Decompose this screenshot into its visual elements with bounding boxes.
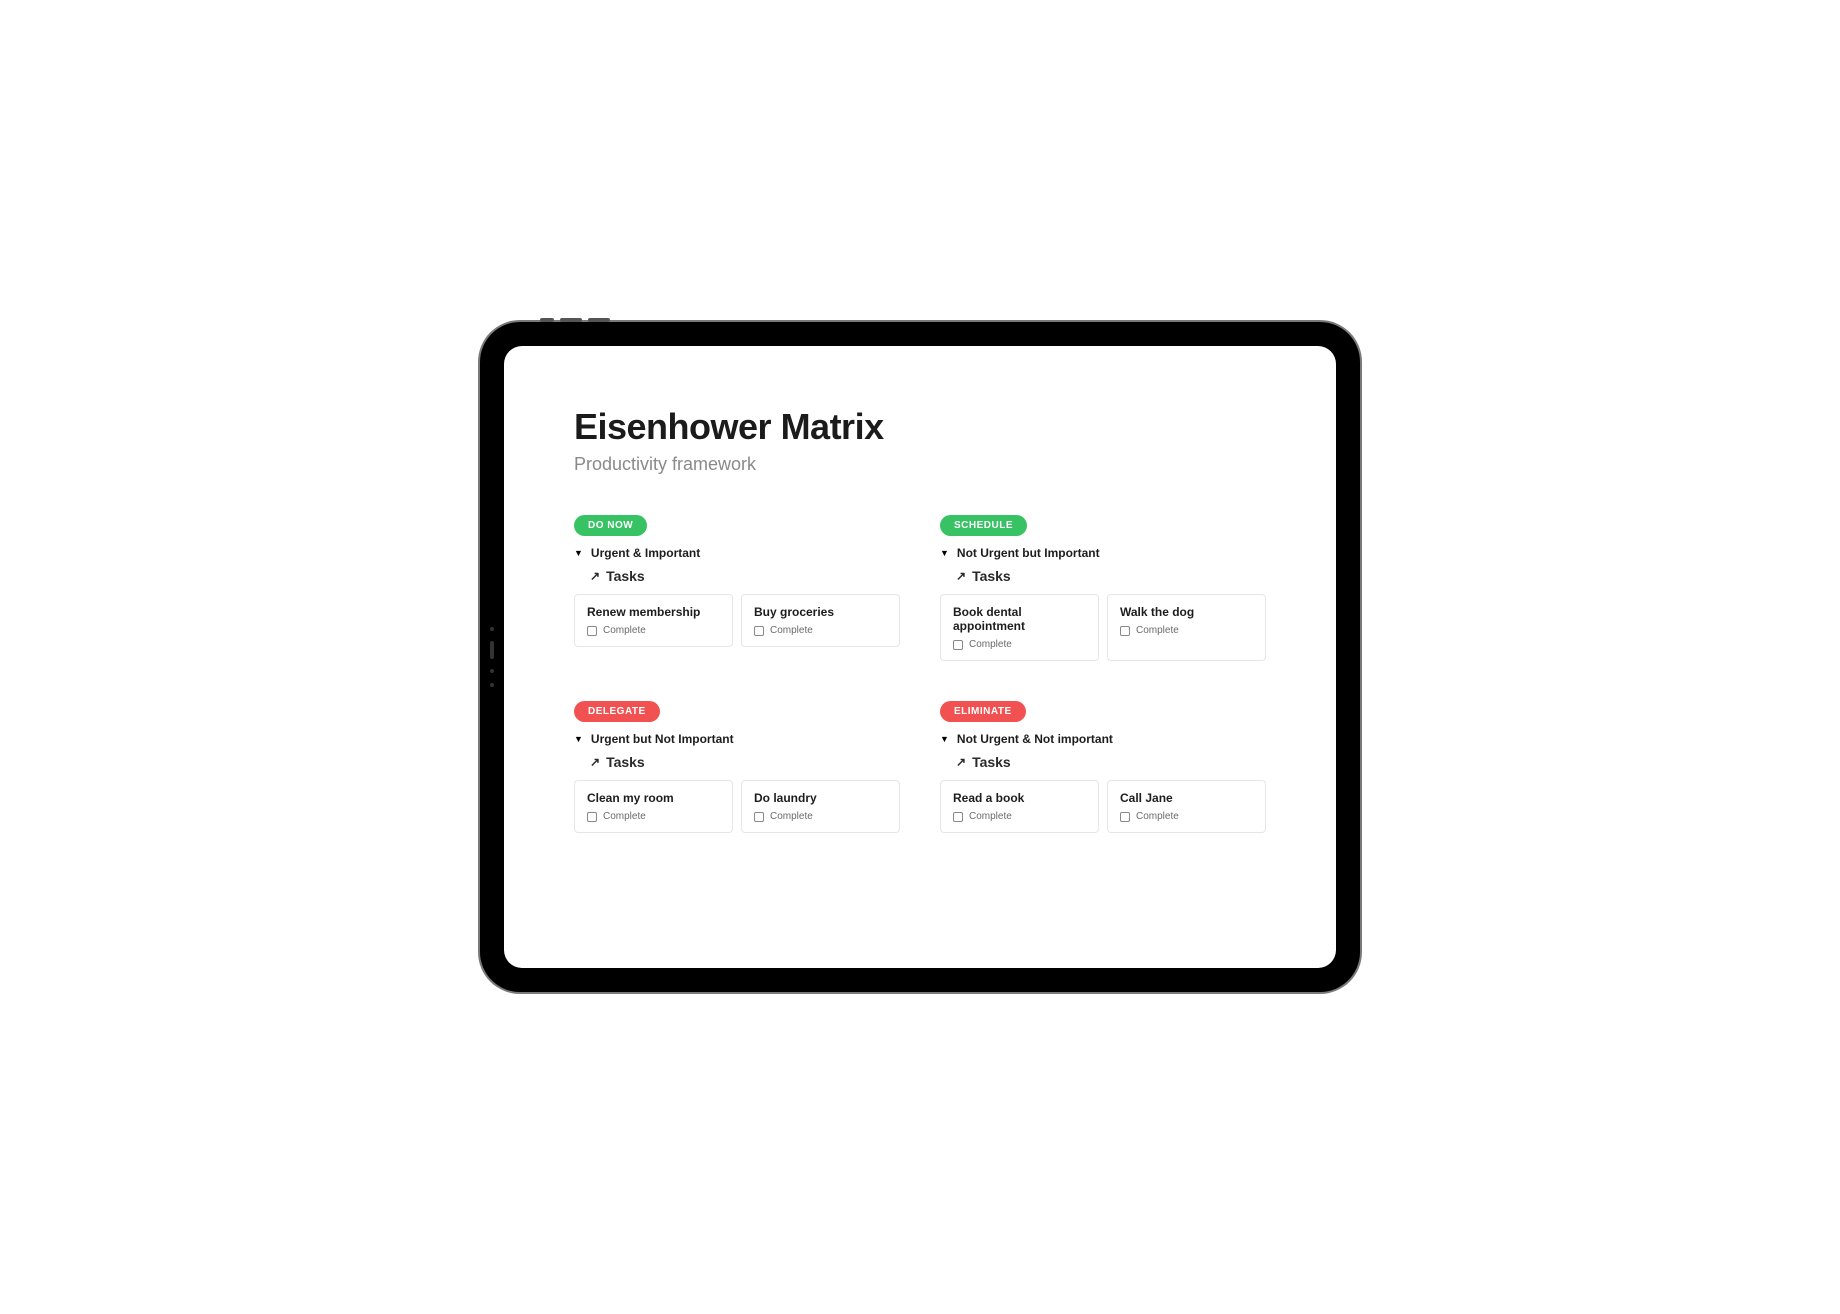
page-subtitle: Productivity framework: [574, 454, 1266, 475]
checkbox[interactable]: [587, 812, 597, 822]
task-complete-row: Complete: [1120, 625, 1253, 636]
chevron-down-icon: ▼: [574, 734, 583, 744]
checkbox[interactable]: [1120, 626, 1130, 636]
task-title: Buy groceries: [754, 605, 887, 619]
task-card[interactable]: Renew membership Complete: [574, 594, 733, 647]
tasks-label: Tasks: [972, 568, 1011, 584]
task-card[interactable]: Buy groceries Complete: [741, 594, 900, 647]
pill-delegate: DELEGATE: [574, 701, 660, 722]
checkbox[interactable]: [953, 640, 963, 650]
task-grid: Read a book Complete Call Jane Complete: [940, 780, 1266, 833]
complete-label: Complete: [770, 625, 813, 636]
task-complete-row: Complete: [754, 811, 887, 822]
section-toggle[interactable]: ▼ Urgent but Not Important: [574, 732, 900, 746]
arrow-up-right-icon: ↗: [956, 569, 966, 583]
task-grid: Clean my room Complete Do laundry Comple…: [574, 780, 900, 833]
task-complete-row: Complete: [587, 625, 720, 636]
task-title: Clean my room: [587, 791, 720, 805]
task-complete-row: Complete: [1120, 811, 1253, 822]
pill-eliminate: ELIMINATE: [940, 701, 1026, 722]
complete-label: Complete: [770, 811, 813, 822]
tablet-top-buttons: [540, 318, 610, 322]
task-title: Do laundry: [754, 791, 887, 805]
complete-label: Complete: [969, 811, 1012, 822]
tablet-frame: Eisenhower Matrix Productivity framework…: [480, 322, 1360, 992]
tasks-link[interactable]: ↗ Tasks: [956, 568, 1266, 584]
task-title: Renew membership: [587, 605, 720, 619]
chevron-down-icon: ▼: [940, 734, 949, 744]
section-toggle[interactable]: ▼ Not Urgent & Not important: [940, 732, 1266, 746]
task-title: Read a book: [953, 791, 1086, 805]
pill-schedule: SCHEDULE: [940, 515, 1027, 536]
tablet-side-sensors: [490, 627, 494, 687]
complete-label: Complete: [603, 625, 646, 636]
section-label: Urgent & Important: [591, 546, 700, 560]
task-card[interactable]: Walk the dog Complete: [1107, 594, 1266, 661]
arrow-up-right-icon: ↗: [590, 569, 600, 583]
matrix-grid: DO NOW ▼ Urgent & Important ↗ Tasks Rene…: [574, 515, 1266, 833]
complete-label: Complete: [603, 811, 646, 822]
quadrant-schedule: SCHEDULE ▼ Not Urgent but Important ↗ Ta…: [940, 515, 1266, 661]
checkbox[interactable]: [587, 626, 597, 636]
tasks-label: Tasks: [972, 754, 1011, 770]
task-card[interactable]: Clean my room Complete: [574, 780, 733, 833]
task-card[interactable]: Read a book Complete: [940, 780, 1099, 833]
chevron-down-icon: ▼: [574, 548, 583, 558]
checkbox[interactable]: [1120, 812, 1130, 822]
task-grid: Renew membership Complete Buy groceries …: [574, 594, 900, 647]
task-complete-row: Complete: [754, 625, 887, 636]
arrow-up-right-icon: ↗: [956, 755, 966, 769]
complete-label: Complete: [969, 639, 1012, 650]
task-card[interactable]: Call Jane Complete: [1107, 780, 1266, 833]
page-title: Eisenhower Matrix: [574, 406, 1266, 448]
complete-label: Complete: [1136, 811, 1179, 822]
tasks-label: Tasks: [606, 754, 645, 770]
pill-do-now: DO NOW: [574, 515, 647, 536]
task-title: Call Jane: [1120, 791, 1253, 805]
quadrant-do-now: DO NOW ▼ Urgent & Important ↗ Tasks Rene…: [574, 515, 900, 661]
complete-label: Complete: [1136, 625, 1179, 636]
checkbox[interactable]: [754, 626, 764, 636]
tasks-link[interactable]: ↗ Tasks: [590, 568, 900, 584]
section-label: Not Urgent but Important: [957, 546, 1100, 560]
arrow-up-right-icon: ↗: [590, 755, 600, 769]
section-label: Urgent but Not Important: [591, 732, 734, 746]
checkbox[interactable]: [953, 812, 963, 822]
chevron-down-icon: ▼: [940, 548, 949, 558]
quadrant-delegate: DELEGATE ▼ Urgent but Not Important ↗ Ta…: [574, 701, 900, 833]
task-title: Walk the dog: [1120, 605, 1253, 619]
task-card[interactable]: Do laundry Complete: [741, 780, 900, 833]
section-toggle[interactable]: ▼ Urgent & Important: [574, 546, 900, 560]
section-label: Not Urgent & Not important: [957, 732, 1113, 746]
task-title: Book dental appointment: [953, 605, 1086, 633]
section-toggle[interactable]: ▼ Not Urgent but Important: [940, 546, 1266, 560]
tasks-label: Tasks: [606, 568, 645, 584]
tasks-link[interactable]: ↗ Tasks: [590, 754, 900, 770]
quadrant-eliminate: ELIMINATE ▼ Not Urgent & Not important ↗…: [940, 701, 1266, 833]
task-complete-row: Complete: [953, 639, 1086, 650]
screen: Eisenhower Matrix Productivity framework…: [504, 346, 1336, 968]
task-complete-row: Complete: [953, 811, 1086, 822]
checkbox[interactable]: [754, 812, 764, 822]
task-card[interactable]: Book dental appointment Complete: [940, 594, 1099, 661]
task-complete-row: Complete: [587, 811, 720, 822]
task-grid: Book dental appointment Complete Walk th…: [940, 594, 1266, 661]
tasks-link[interactable]: ↗ Tasks: [956, 754, 1266, 770]
